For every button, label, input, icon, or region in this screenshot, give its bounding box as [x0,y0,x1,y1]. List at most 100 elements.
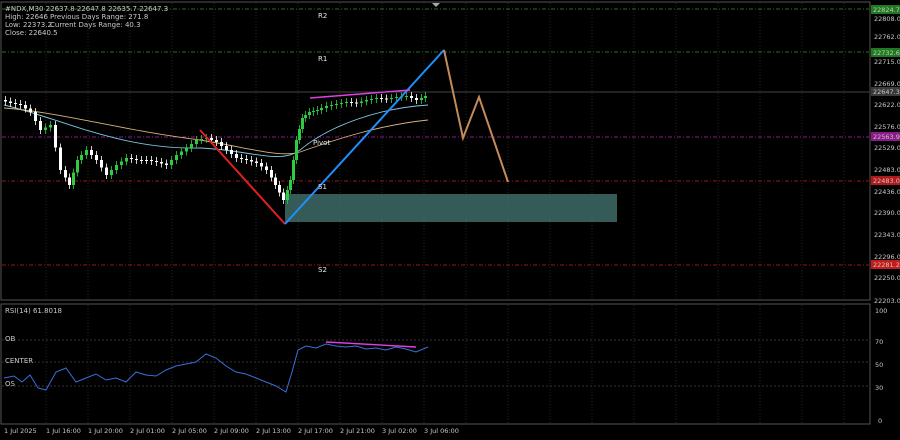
price-tick: 22203.0 [874,297,900,305]
time-label: 1 Jul 2025 [4,427,37,435]
candle-body [270,170,273,178]
candle-body [150,160,153,161]
time-label: 2 Jul 09:00 [214,427,249,435]
divergence-price-line [309,89,411,99]
candle-body [350,102,353,103]
candle-body [312,111,315,112]
price-badges: 22824.7 22732.6 22647.3 22563.9 22483.0 … [871,5,900,269]
s1-label: S1 [318,183,327,191]
candle-body [90,150,93,155]
price-tick: 22250.0 [874,274,900,282]
price-tick: 22343.0 [874,231,900,239]
candle-body [316,110,319,111]
rsi-panel-frame [0,303,871,425]
time-label: 2 Jul 05:00 [172,427,207,435]
candle-body [68,177,71,185]
candle-body [29,108,32,112]
time-label: 3 Jul 06:00 [424,427,459,435]
current-range: Current Days Range: 40.3 [50,21,141,29]
candle-body [54,125,57,148]
candle-body [4,100,7,102]
price-tick: 22390.0 [874,209,900,217]
candle-body [180,151,183,155]
high-value: High: 22646 [5,13,48,21]
low-value: Low: 22373.2 [5,21,52,29]
r1-label: R1 [318,55,327,63]
candle-body [260,163,263,167]
candle-body [289,180,292,190]
candle-body [95,155,98,160]
candle-body [325,106,328,108]
candle-body [265,166,268,170]
candle-body [335,104,338,105]
candle-body [9,101,12,103]
candle-body [298,129,301,140]
candle-body [278,185,281,193]
demand-zone-box [285,194,617,222]
time-label: 2 Jul 17:00 [298,427,333,435]
trading-chart[interactable]: #NDX,M30 22637.8 22647.8 22635.7 22647.3… [0,0,900,440]
candle-body [420,98,423,100]
s1-price-text: 22483.0 [873,177,900,185]
candle-body [170,160,173,165]
candle-body [59,147,62,170]
rsi-tick: 100 [875,307,887,315]
candle-body [72,172,75,185]
time-label: 1 Jul 16:00 [46,427,81,435]
price-tick: 22529.0 [874,144,900,152]
r2-label: R2 [318,12,327,20]
price-tick: 22762.0 [874,33,900,41]
candle-body [225,146,228,150]
rsi-tick: 30 [875,384,883,392]
candle-body [185,148,188,152]
candle-body [235,154,238,158]
candle-body [360,101,363,103]
price-tick: 22483.0 [874,166,900,174]
candle-body [24,105,27,109]
rsi-os-label: OS [5,380,16,388]
pivot-label: Pivot [313,139,330,147]
candle-body [44,127,47,130]
time-label: 2 Jul 01:00 [130,427,165,435]
rsi-tick: 70 [875,338,883,346]
symbol-line: #NDX,M30 22637.8 22647.8 22635.7 22647.3 [5,5,168,13]
candle-body [355,102,358,104]
candle-body [380,98,383,99]
demand-zone [285,194,617,222]
candle-body [330,105,333,106]
price-tick: 22808.0 [874,15,900,23]
previous-range: Previous Days Range: 271.8 [50,13,148,21]
candle-body [365,100,368,102]
s2-price-text: 22281.2 [873,261,900,269]
chart-header: #NDX,M30 22637.8 22647.8 22635.7 22647.3… [5,5,168,37]
candle-body [14,103,17,104]
candle-body [195,140,198,144]
candle-body [274,177,277,185]
shift-marker-icon[interactable] [432,3,440,7]
candle-body [245,159,248,160]
candle-body [120,161,123,165]
candle-body [39,121,42,130]
candle-body [85,150,88,155]
current-price-text: 22647.3 [873,88,900,96]
rsi-indicator [3,341,429,393]
candle-body [405,96,408,97]
candle-body [110,170,113,175]
candle-body [19,104,22,105]
s2-label: S2 [318,266,327,274]
candle-body [295,140,298,160]
time-axis[interactable]: 1 Jul 2025 1 Jul 16:00 1 Jul 20:00 2 Jul… [4,427,459,435]
rsi-tick: 0 [878,417,882,425]
candle-body [155,161,158,162]
time-label: 1 Jul 20:00 [88,427,123,435]
rsi-label: RSI(14) 61.8018 [5,307,62,315]
candle-body [395,97,398,98]
main-panel-frame [0,1,871,301]
candle-body [390,98,393,99]
price-tick: 22436.0 [874,188,900,196]
rsi-center-label: CENTER [5,357,33,365]
rsi-line [3,343,429,393]
candle-body [80,155,83,160]
pivot-price-text: 22563.9 [873,133,900,141]
price-tick: 22576.0 [874,123,900,131]
